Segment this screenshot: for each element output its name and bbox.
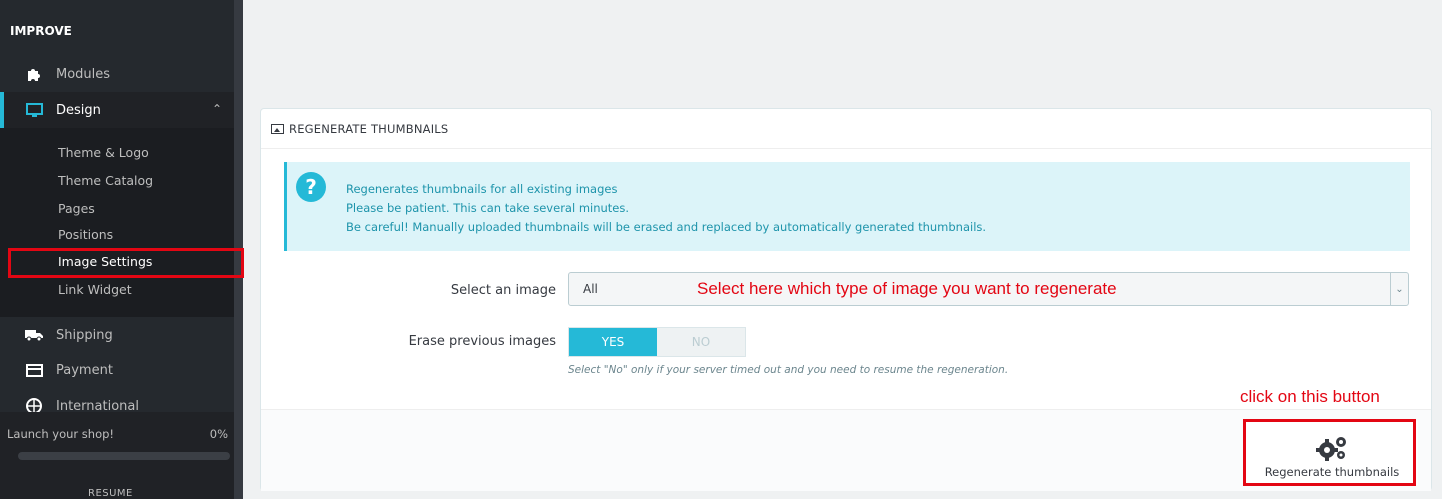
select-annotation: Select here which type of image you want…: [697, 279, 1117, 298]
info-alert: ? Regenerates thumbnails for all existin…: [284, 162, 1410, 251]
sidebar-item-payment[interactable]: Payment: [0, 352, 234, 388]
chevron-up-icon: ⌃: [211, 102, 222, 116]
monitor-icon: [24, 102, 44, 118]
submenu-item-link-widget[interactable]: Link Widget: [58, 282, 132, 297]
question-icon: ?: [296, 172, 326, 202]
submenu-item-theme-logo[interactable]: Theme & Logo: [58, 145, 149, 160]
launch-percent: 0%: [209, 427, 228, 441]
sidebar-item-modules[interactable]: Modules: [0, 56, 234, 92]
alert-line: Be careful! Manually uploaded thumbnails…: [346, 220, 987, 234]
select-image-label: Select an image: [450, 283, 556, 298]
submenu-item-pages[interactable]: Pages: [58, 201, 95, 216]
launch-shop-box: Launch your shop! 0% RESUME: [0, 412, 234, 499]
sidebar-item-label: Modules: [56, 66, 111, 82]
erase-images-toggle[interactable]: YES NO: [568, 327, 746, 357]
erase-help-text: Select "No" only if your server timed ou…: [568, 364, 1009, 376]
image-icon: [271, 123, 284, 134]
erase-images-label: Erase previous images: [408, 334, 556, 349]
select-image-dropdown[interactable]: All Select here which type of image you …: [568, 272, 1409, 306]
credit-card-icon: [24, 362, 44, 378]
truck-icon: [24, 327, 44, 343]
resume-button[interactable]: RESUME: [88, 488, 133, 499]
sidebar-item-label: Design: [56, 102, 101, 118]
sidebar-item-label: Shipping: [56, 327, 113, 343]
sidebar-section-title: IMPROVE: [10, 24, 72, 38]
alert-line: Please be patient. This can take several…: [346, 201, 630, 215]
submenu-item-theme-catalog[interactable]: Theme Catalog: [58, 173, 153, 188]
puzzle-icon: [24, 66, 44, 82]
sidebar-item-shipping[interactable]: Shipping: [0, 317, 234, 353]
sidebar-item-label: Payment: [56, 362, 113, 378]
sidebar: IMPROVE Modules Design ⌃ Theme & Logo Th…: [0, 0, 244, 499]
button-annotation: click on this button: [1240, 387, 1380, 406]
launch-progress-bar: [18, 452, 230, 460]
panel-title: REGENERATE THUMBNAILS: [289, 121, 449, 136]
launch-label: Launch your shop!: [7, 427, 115, 441]
sidebar-item-design[interactable]: Design ⌃: [0, 92, 234, 128]
chevron-down-icon: ⌄: [1390, 273, 1408, 305]
highlight-box-image-settings: [8, 248, 244, 278]
panel-header: REGENERATE THUMBNAILS: [261, 109, 1431, 149]
design-submenu: Theme & Logo Theme Catalog Pages Positio…: [0, 128, 234, 317]
toggle-no[interactable]: NO: [657, 328, 745, 356]
regenerate-thumbnails-panel: REGENERATE THUMBNAILS ? Regenerates thum…: [260, 108, 1432, 491]
highlight-box-regenerate: [1243, 419, 1416, 486]
toggle-yes[interactable]: YES: [569, 328, 657, 356]
select-image-value: All: [583, 282, 598, 296]
submenu-item-positions[interactable]: Positions: [58, 227, 113, 242]
alert-line: Regenerates thumbnails for all existing …: [346, 182, 618, 196]
